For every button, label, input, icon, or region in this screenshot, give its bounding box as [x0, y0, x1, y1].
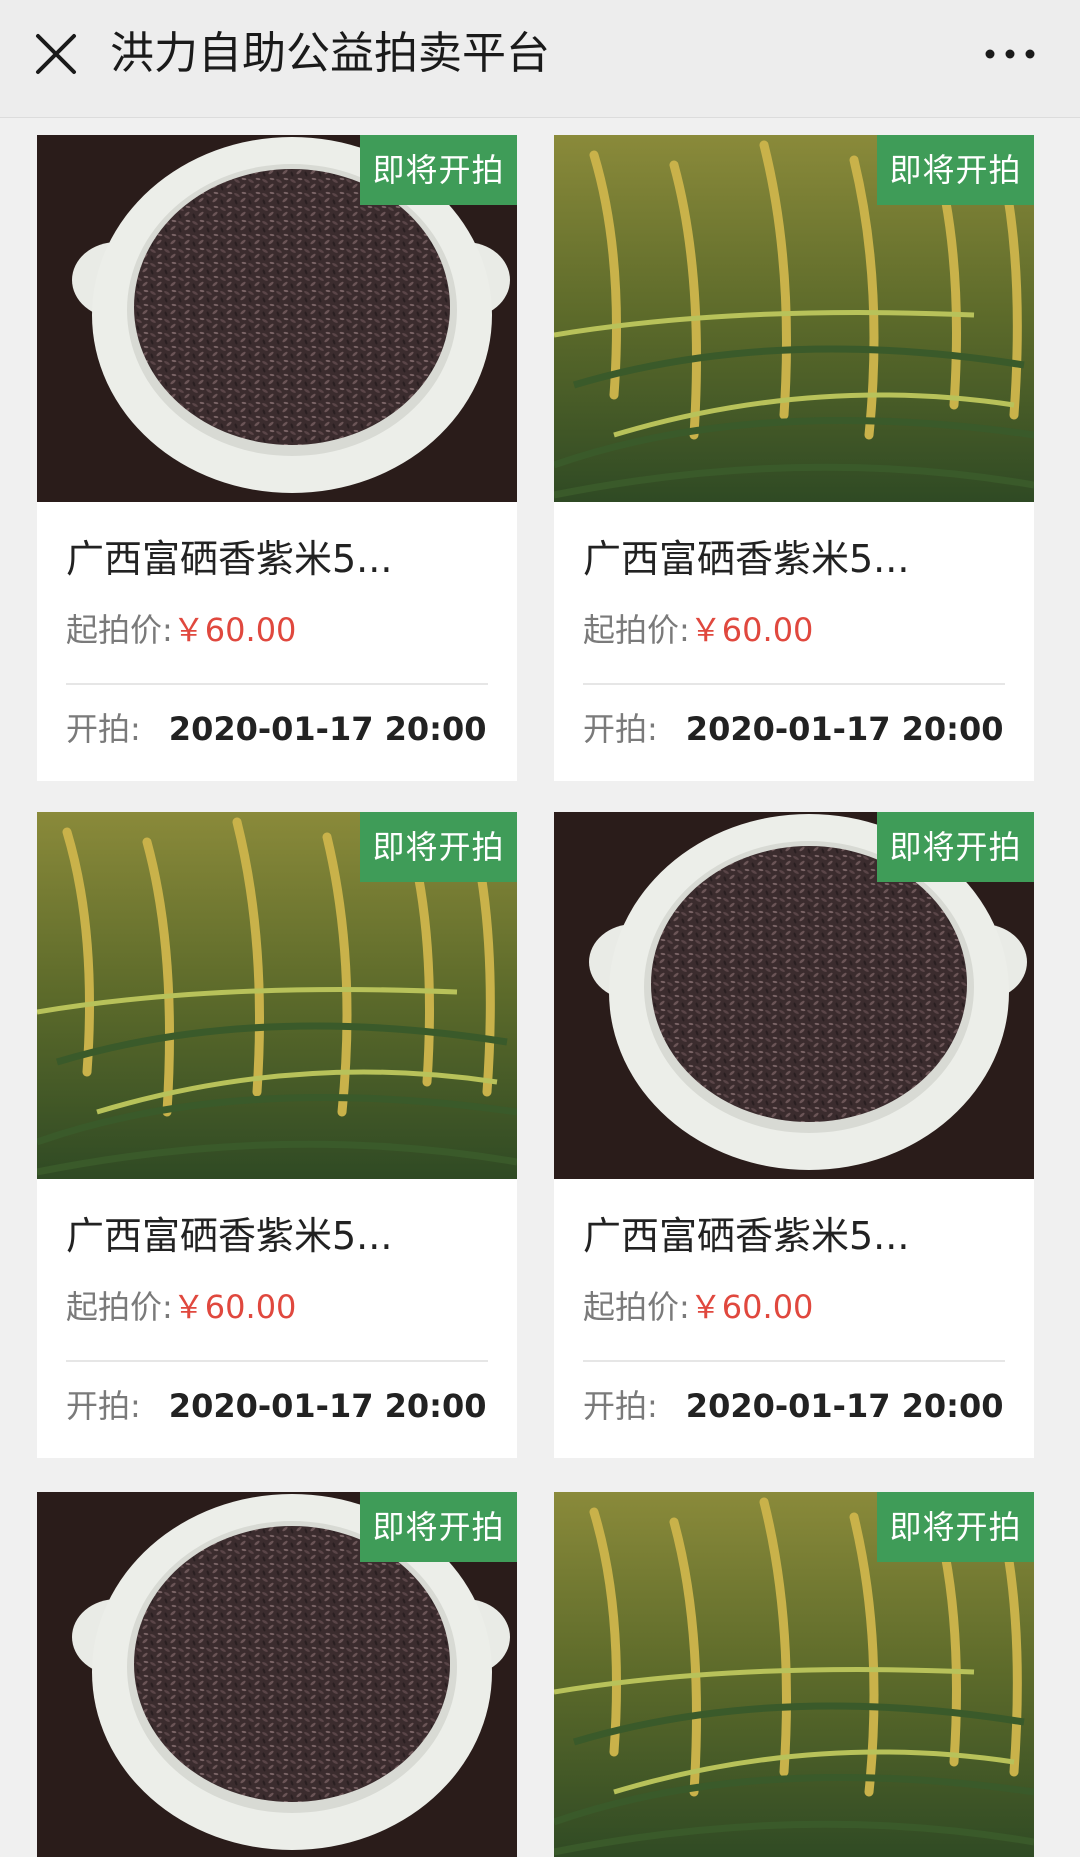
rice-field-photo: 即将开拍 — [37, 812, 517, 1179]
auction-card[interactable]: 即将开拍 — [554, 1492, 1034, 1857]
purple-rice-bowl-photo: 即将开拍 — [554, 812, 1034, 1179]
status-badge: 即将开拍 — [877, 135, 1034, 205]
product-name: 广西富硒香紫米5... — [583, 537, 910, 581]
product-name: 广西富硒香紫米5... — [66, 537, 393, 581]
starting-price-value: ￥60.00 — [689, 1288, 814, 1326]
starting-price-row: 起拍价:￥60.00 — [583, 607, 813, 653]
status-badge: 即将开拍 — [360, 135, 517, 205]
start-time-value: 2020-01-17 20:00 — [168, 1387, 487, 1425]
auction-card[interactable]: 即将开拍 广西富硒香紫米5... 起拍价:￥60.00 开拍: 2020-01-1… — [37, 812, 517, 1458]
status-badge: 即将开拍 — [360, 1492, 517, 1562]
start-time-row: 开拍: 2020-01-17 20:00 — [583, 706, 1003, 752]
card-info: 广西富硒香紫米5... 起拍价:￥60.00 开拍: 2020-01-17 20:… — [37, 502, 517, 781]
card-info: 广西富硒香紫米5... 起拍价:￥60.00 开拍: 2020-01-17 20:… — [37, 1179, 517, 1458]
status-badge: 即将开拍 — [877, 812, 1034, 882]
rice-field-photo: 即将开拍 — [554, 1492, 1034, 1857]
auction-card[interactable]: 即将开拍 广西富硒香紫米5... 起拍价:￥60.00 开拍: 2020-01-1… — [554, 135, 1034, 781]
starting-price-value: ￥60.00 — [689, 611, 814, 649]
divider — [66, 1360, 488, 1362]
status-badge: 即将开拍 — [360, 812, 517, 882]
starting-price-row: 起拍价:￥60.00 — [66, 607, 296, 653]
auction-card[interactable]: 即将开拍 广西富硒香紫米5... 起拍价:￥60.00 开拍: 2020-01-1… — [37, 135, 517, 781]
start-time-value: 2020-01-17 20:00 — [685, 710, 1004, 748]
rice-field-photo: 即将开拍 — [554, 135, 1034, 502]
more-dots-icon[interactable] — [980, 30, 1040, 78]
starting-price-value: ￥60.00 — [172, 611, 297, 649]
product-name: 广西富硒香紫米5... — [583, 1214, 910, 1258]
starting-price-label: 起拍价: — [583, 611, 690, 649]
divider — [66, 683, 488, 685]
start-time-value: 2020-01-17 20:00 — [685, 1387, 1004, 1425]
product-name: 广西富硒香紫米5... — [66, 1214, 393, 1258]
purple-rice-bowl-photo: 即将开拍 — [37, 1492, 517, 1857]
start-time-value: 2020-01-17 20:00 — [168, 710, 487, 748]
auction-card[interactable]: 即将开拍 — [37, 1492, 517, 1857]
start-time-label: 开拍: — [583, 710, 658, 748]
start-time-label: 开拍: — [66, 710, 141, 748]
start-time-row: 开拍: 2020-01-17 20:00 — [66, 706, 486, 752]
starting-price-label: 起拍价: — [583, 1288, 690, 1326]
start-time-row: 开拍: 2020-01-17 20:00 — [583, 1383, 1003, 1429]
start-time-row: 开拍: 2020-01-17 20:00 — [66, 1383, 486, 1429]
auction-card[interactable]: 即将开拍 广西富硒香紫米5... 起拍价:￥60.00 开拍: 2020-01-1… — [554, 812, 1034, 1458]
starting-price-row: 起拍价:￥60.00 — [583, 1284, 813, 1330]
divider — [583, 683, 1005, 685]
divider — [583, 1360, 1005, 1362]
start-time-label: 开拍: — [66, 1387, 141, 1425]
close-icon[interactable] — [32, 30, 80, 78]
purple-rice-bowl-photo: 即将开拍 — [37, 135, 517, 502]
starting-price-value: ￥60.00 — [172, 1288, 297, 1326]
status-badge: 即将开拍 — [877, 1492, 1034, 1562]
starting-price-label: 起拍价: — [66, 611, 173, 649]
card-info: 广西富硒香紫米5... 起拍价:￥60.00 开拍: 2020-01-17 20:… — [554, 1179, 1034, 1458]
starting-price-row: 起拍价:￥60.00 — [66, 1284, 296, 1330]
card-info: 广西富硒香紫米5... 起拍价:￥60.00 开拍: 2020-01-17 20:… — [554, 502, 1034, 781]
starting-price-label: 起拍价: — [66, 1288, 173, 1326]
start-time-label: 开拍: — [583, 1387, 658, 1425]
top-navigation-bar: 洪力自助公益拍卖平台 — [0, 0, 1080, 118]
page-title: 洪力自助公益拍卖平台 — [110, 28, 550, 79]
